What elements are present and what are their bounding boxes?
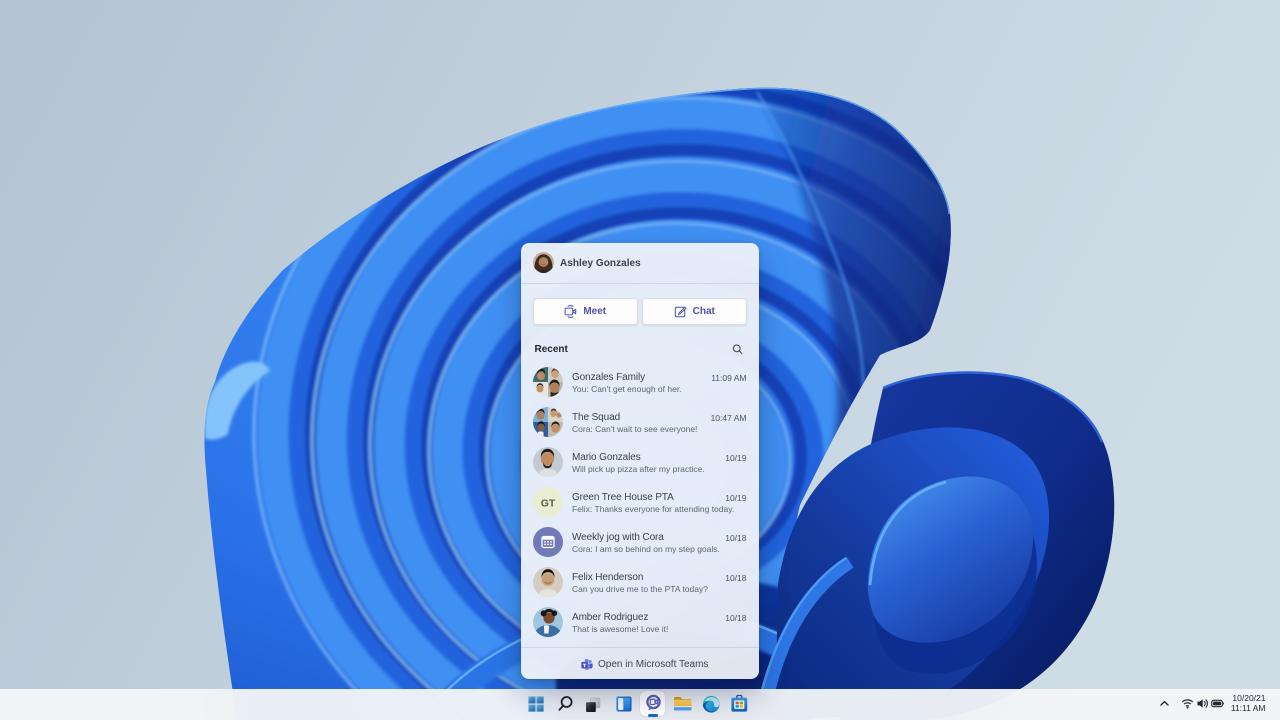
svg-text:GT: GT: [541, 498, 556, 510]
